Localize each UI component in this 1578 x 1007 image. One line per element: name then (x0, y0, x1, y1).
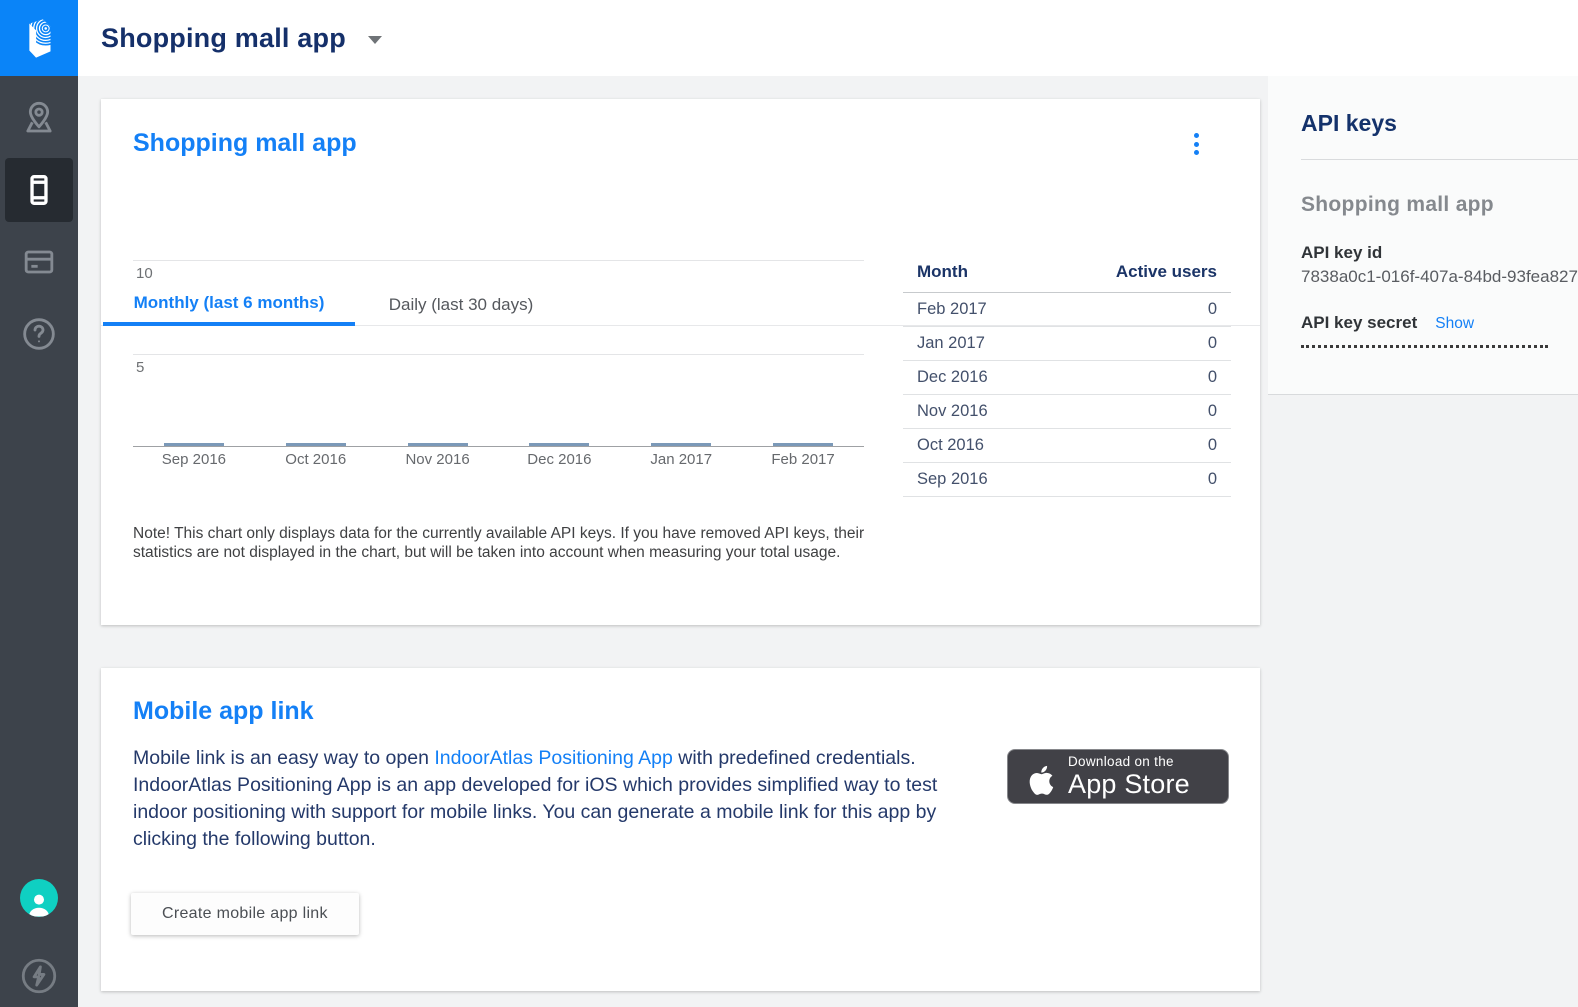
indooratlas-logo[interactable] (0, 0, 78, 76)
chart-plot: 510 (133, 253, 864, 447)
user-avatar-icon (24, 891, 54, 917)
power-icon (18, 955, 60, 997)
sidebar-bottom (0, 879, 78, 1007)
page-title: Shopping mall app (101, 23, 346, 54)
table-header-active-users: Active users (1042, 253, 1231, 293)
chart-columns (133, 252, 864, 446)
cell-month: Sep 2016 (903, 463, 1042, 497)
chart-bar (773, 443, 833, 446)
chart-x-tick-label: Sep 2016 (133, 451, 255, 468)
paragraph-text: Mobile link is an easy way to open (133, 747, 434, 769)
app-store-badge[interactable]: Download on the App Store (1007, 749, 1229, 804)
sidebar-item-maps[interactable] (0, 82, 78, 154)
mobile-app-icon (20, 171, 58, 209)
table-row: Dec 20160 (903, 361, 1231, 395)
chart-bar (408, 443, 468, 446)
app-selector[interactable]: Shopping mall app (101, 23, 382, 54)
sidebar-item-help[interactable] (0, 298, 78, 370)
cell-active-users: 0 (1042, 429, 1231, 463)
chart-x-tick-label: Oct 2016 (255, 451, 377, 468)
sidebar (0, 0, 78, 1007)
sidebar-nav (0, 82, 78, 370)
chart-x-tick-label: Feb 2017 (742, 451, 864, 468)
sidebar-item-apps[interactable] (0, 154, 78, 226)
overview-card-title: Shopping mall app (133, 129, 357, 158)
mobile-card-paragraph: Mobile link is an easy way to open Indoo… (133, 745, 985, 853)
kebab-menu-icon[interactable] (1187, 131, 1205, 157)
chart-x-tick-label: Nov 2016 (377, 451, 499, 468)
badge-subtitle: Download on the (1068, 755, 1190, 769)
table-row: Jan 20170 (903, 327, 1231, 361)
api-key-id-value: 7838a0c1-016f-407a-84bd-93fea827 (1301, 267, 1578, 287)
mobile-card-title: Mobile app link (133, 697, 314, 726)
map-pin-icon (19, 98, 59, 138)
apple-logo-icon (1023, 757, 1057, 797)
power-button[interactable] (0, 945, 78, 1007)
cell-active-users: 0 (1042, 463, 1231, 497)
cell-month: Feb 2017 (903, 293, 1042, 327)
table-row: Nov 20160 (903, 395, 1231, 429)
cell-active-users: 0 (1042, 361, 1231, 395)
positioning-app-link[interactable]: IndoorAtlas Positioning App (434, 747, 673, 769)
api-key-secret-label: API key secret (1301, 313, 1417, 333)
table-row: Feb 20170 (903, 293, 1231, 327)
cell-active-users: 0 (1042, 293, 1231, 327)
indooratlas-logo-icon (16, 15, 62, 61)
chart-x-axis: Sep 2016Oct 2016Nov 2016Dec 2016Jan 2017… (133, 451, 864, 468)
table-row: Sep 20160 (903, 463, 1231, 497)
sidebar-item-billing[interactable] (0, 226, 78, 298)
api-keys-panel: API keys Shopping mall app API key id 78… (1268, 76, 1578, 395)
top-header: Shopping mall app (78, 0, 1578, 76)
chart-x-tick-label: Dec 2016 (498, 451, 620, 468)
active-users-table: Month Active users Feb 20170Jan 20170Dec… (903, 253, 1231, 497)
chevron-down-icon (368, 36, 382, 44)
cell-month: Nov 2016 (903, 395, 1042, 429)
show-secret-link[interactable]: Show (1435, 315, 1474, 333)
cell-month: Jan 2017 (903, 327, 1042, 361)
chart-bar (286, 443, 346, 446)
chart-x-tick-label: Jan 2017 (620, 451, 742, 468)
api-key-secret-masked (1301, 345, 1548, 348)
badge-title: App Store (1068, 771, 1190, 798)
table-row: Oct 20160 (903, 429, 1231, 463)
chart-bar (651, 443, 711, 446)
api-keys-title: API keys (1301, 76, 1578, 160)
user-avatar[interactable] (20, 879, 58, 917)
mobile-app-link-card: Mobile app link Mobile link is an easy w… (101, 668, 1260, 991)
overview-card: Shopping mall app Monthly (last 6 months… (101, 99, 1260, 625)
credit-card-icon (19, 242, 59, 282)
table-header-month: Month (903, 253, 1042, 293)
api-app-name: Shopping mall app (1301, 193, 1578, 217)
chart-bar (529, 443, 589, 446)
active-users-table-body: Feb 20170Jan 20170Dec 20160Nov 20160Oct … (903, 293, 1231, 497)
cell-active-users: 0 (1042, 327, 1231, 361)
create-mobile-app-link-button[interactable]: Create mobile app link (131, 893, 359, 935)
chart-bar (164, 443, 224, 446)
api-key-id-label: API key id (1301, 243, 1578, 263)
badge-text: Download on the App Store (1068, 755, 1190, 799)
cell-active-users: 0 (1042, 395, 1231, 429)
help-icon (19, 314, 59, 354)
chart-note: Note! This chart only displays data for … (133, 524, 873, 562)
cell-month: Oct 2016 (903, 429, 1042, 463)
cell-month: Dec 2016 (903, 361, 1042, 395)
